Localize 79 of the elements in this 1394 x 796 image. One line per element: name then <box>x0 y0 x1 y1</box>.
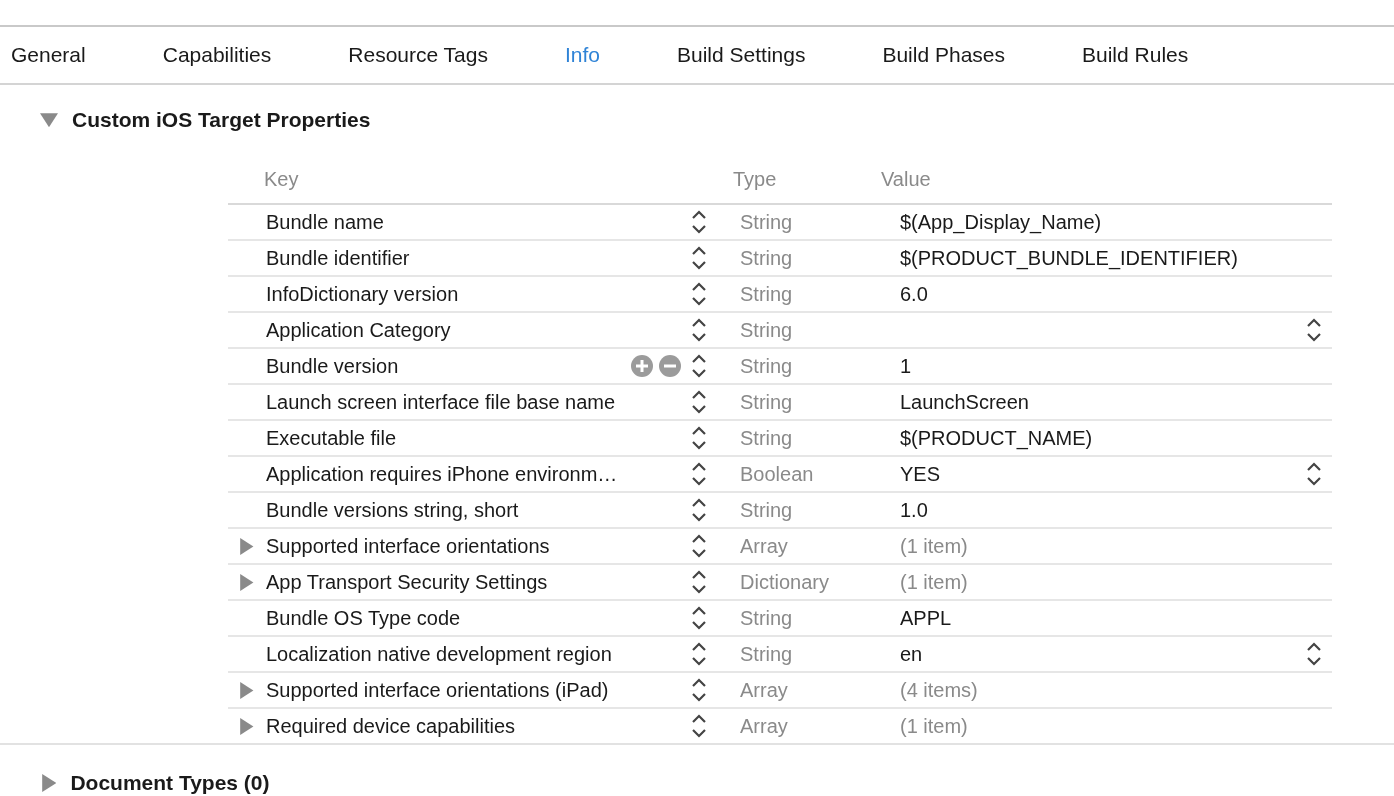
stepper-icon[interactable] <box>691 676 707 704</box>
stepper-icon[interactable] <box>691 388 707 416</box>
tab[interactable]: Capabilities <box>162 43 272 67</box>
type-cell-text: String <box>740 642 794 666</box>
stepper-icon[interactable] <box>691 244 707 272</box>
key-cell-text: Supported interface orientations <box>266 534 551 558</box>
stepper-icon[interactable] <box>691 316 707 344</box>
type-cell-text: String <box>740 390 794 414</box>
value-cell-text: en <box>900 642 924 666</box>
type-cell-text: String <box>740 282 794 306</box>
value-cell-text: $(PRODUCT_NAME) <box>900 426 1094 450</box>
stepper-icon[interactable] <box>691 712 707 740</box>
value-cell-text: YES <box>900 462 942 486</box>
type-cell-text: String <box>740 498 794 522</box>
remove-icon[interactable] <box>659 355 681 377</box>
type-cell-text: String <box>740 318 794 342</box>
type-cell-text: String <box>740 426 794 450</box>
stepper-icon[interactable] <box>691 640 707 668</box>
key-cell-text: Bundle versions string, short <box>266 498 520 522</box>
stepper-icon[interactable] <box>691 496 707 524</box>
value-cell-text: 6.0 <box>900 282 929 306</box>
type-cell-text: String <box>740 246 794 270</box>
type-cell-text: Array <box>740 534 789 558</box>
stepper-icon[interactable] <box>691 352 707 380</box>
key-cell-text: Required device capabilities <box>266 714 517 738</box>
key-cell-text: InfoDictionary version <box>266 282 460 306</box>
key-cell-text: Application requires iPhone environm… <box>266 462 619 486</box>
stepper-icon[interactable] <box>1306 316 1322 344</box>
type-cell-text: Array <box>740 714 789 738</box>
value-cell-text: 1.0 <box>900 498 929 522</box>
key-cell-text: Application Category <box>266 318 452 342</box>
stepper-icon[interactable] <box>691 604 707 632</box>
stepper-icon[interactable] <box>691 460 707 488</box>
type-cell-text: Array <box>740 678 789 702</box>
stepper-icon[interactable] <box>691 568 707 596</box>
stepper-icon[interactable] <box>691 532 707 560</box>
disclosure-triangle-icon[interactable] <box>240 681 254 699</box>
disclosure-triangle-icon[interactable] <box>40 112 58 128</box>
key-cell-text: Bundle version <box>266 354 400 378</box>
type-cell-text: String <box>740 210 794 234</box>
stepper-icon[interactable] <box>1306 640 1322 668</box>
key-cell-text: Bundle OS Type code <box>266 606 462 630</box>
section-title: Document Types (0) <box>70 771 270 795</box>
key-cell-text: Executable file <box>266 426 398 450</box>
type-cell-text: Dictionary <box>740 570 830 594</box>
key-cell-text: Bundle identifier <box>266 246 411 270</box>
key-cell-text: Launch screen interface file base name <box>266 390 617 414</box>
type-cell-text: String <box>740 354 794 378</box>
value-cell-text: APPL <box>900 606 953 630</box>
value-cell-text: $(App_Display_Name) <box>900 210 1103 234</box>
disclosure-triangle-icon[interactable] <box>240 573 254 591</box>
disclosure-triangle-icon[interactable] <box>240 717 254 735</box>
tab[interactable]: General <box>11 43 86 67</box>
key-cell-text: App Transport Security Settings <box>266 570 549 594</box>
value-cell-text: LaunchScreen <box>900 390 1030 414</box>
disclosure-triangle-icon[interactable] <box>240 537 254 555</box>
disclosure-triangle-icon[interactable] <box>42 774 57 792</box>
value-cell-text: (4 items) <box>900 678 979 702</box>
type-cell-text: Boolean <box>740 462 815 486</box>
value-cell-text: 1 <box>900 354 913 378</box>
value-cell-text: (1 item) <box>900 714 969 738</box>
tab[interactable]: Build Rules <box>1082 43 1189 67</box>
add-icon[interactable] <box>631 355 653 377</box>
section-title: Custom iOS Target Properties <box>72 108 371 132</box>
key-cell-text: Bundle name <box>266 210 385 234</box>
stepper-icon[interactable] <box>691 424 707 452</box>
tab[interactable]: Build Settings <box>677 43 806 67</box>
tab[interactable]: Resource Tags <box>348 43 488 67</box>
key-cell-text: Localization native development region <box>266 642 613 666</box>
stepper-icon[interactable] <box>691 280 707 308</box>
value-cell-text: $(PRODUCT_BUNDLE_IDENTIFIER) <box>900 246 1239 270</box>
key-cell-text: Supported interface orientations (iPad) <box>266 678 610 702</box>
tab[interactable]: Build Phases <box>882 43 1005 67</box>
type-cell-text: String <box>740 606 794 630</box>
tab[interactable]: Info <box>565 43 600 67</box>
stepper-icon[interactable] <box>1306 460 1322 488</box>
value-cell-text: (1 item) <box>900 534 969 558</box>
stepper-icon[interactable] <box>691 208 707 236</box>
value-cell-text: (1 item) <box>900 570 969 594</box>
